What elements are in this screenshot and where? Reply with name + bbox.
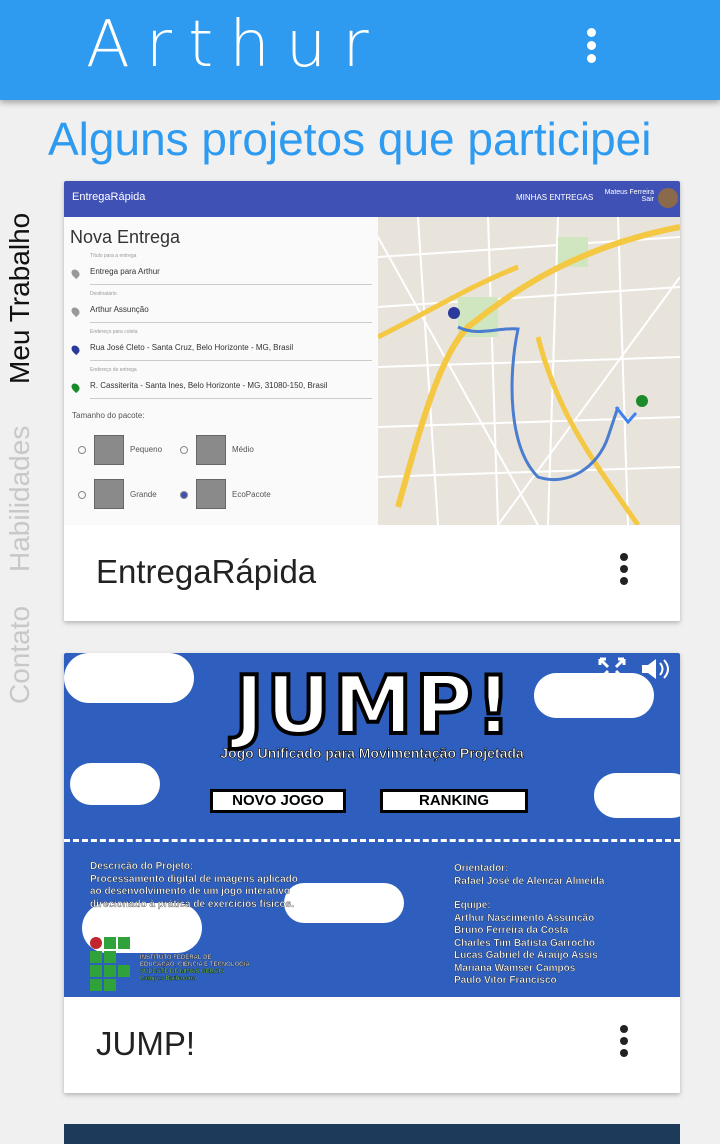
delivery-pin-icon — [69, 381, 82, 394]
box-large-icon — [94, 479, 124, 509]
card-footer: JUMP! — [64, 997, 680, 1093]
card-title: EntregaRápida — [96, 553, 317, 590]
radio-grande — [78, 491, 86, 499]
radio-medio — [180, 446, 188, 454]
box-small-icon — [94, 435, 124, 465]
side-tabs: Meu Trabalho Habilidades Contato — [0, 180, 36, 720]
novo-jogo-button: NOVO JOGO — [210, 789, 346, 813]
delivery-form: Nova Entrega Título para a entrega Entreg… — [64, 217, 378, 525]
package-pequeno: Pequeno — [130, 445, 163, 454]
project-description: Descrição do Projeto: Processamento digi… — [90, 861, 298, 910]
tab-meu-trabalho[interactable]: Meu Trabalho — [4, 213, 36, 384]
card-title: JUMP! — [96, 1025, 195, 1062]
screenshot-user: Mateus Ferreira Sair — [604, 189, 654, 203]
package-ecopacote: EcoPacote — [232, 490, 271, 499]
project-credits: Orientador: Rafael José de Alencar Almei… — [454, 863, 605, 986]
screenshot-brand: EntregaRápida — [72, 191, 146, 203]
avatar — [658, 188, 678, 208]
project-card-next[interactable] — [64, 1124, 680, 1144]
route-map — [378, 217, 680, 525]
more-vert-icon[interactable] — [576, 24, 606, 68]
package-grande: Grande — [130, 490, 157, 499]
project-card-jump[interactable]: JUMP! Jogo Unificado para Movimentação P… — [64, 653, 680, 1093]
fullscreen-icon — [598, 657, 669, 681]
institute-name: INSTITUTO FEDERAL DE EDUCAÇÃO, CIÊNCIA E… — [140, 955, 250, 982]
box-medium-icon — [196, 435, 226, 465]
more-vert-icon[interactable] — [616, 1021, 632, 1061]
game-logo: JUMP! — [232, 657, 514, 754]
field-recipient: Destinatário Arthur Assunção — [90, 291, 372, 323]
radio-ecopacote — [180, 491, 188, 499]
tab-habilidades[interactable]: Habilidades — [4, 426, 36, 572]
person-icon — [69, 305, 82, 318]
tag-icon — [69, 267, 82, 280]
more-vert-icon[interactable] — [616, 549, 632, 589]
form-title: Nova Entrega — [70, 227, 181, 247]
project-screenshot: EntregaRápida MINHAS ENTREGAS Mateus Fer… — [64, 181, 680, 525]
screenshot-nav: MINHAS ENTREGAS — [516, 193, 594, 202]
page-heading: Alguns projetos que participei — [48, 113, 652, 165]
app-bar: Arthur — [0, 0, 720, 100]
map-graphic — [378, 217, 680, 525]
ranking-button: RANKING — [380, 789, 528, 813]
card-footer: EntregaRápida — [64, 525, 680, 621]
tab-contato[interactable]: Contato — [4, 606, 36, 704]
field-title: Título para a entrega Entrega para Arthur — [90, 253, 372, 285]
screenshot-header: EntregaRápida MINHAS ENTREGAS Mateus Fer… — [64, 181, 680, 217]
project-card-entregarapida[interactable]: EntregaRápida MINHAS ENTREGAS Mateus Fer… — [64, 181, 680, 621]
radio-pequeno — [78, 446, 86, 454]
field-delivery: Endereço de entrega R. Cassiterita - Sant… — [90, 367, 372, 399]
game-subtitle: Jogo Unificado para Movimentação Projeta… — [220, 745, 524, 762]
box-eco-icon — [196, 479, 226, 509]
package-medio: Médio — [232, 445, 254, 454]
project-screenshot: JUMP! Jogo Unificado para Movimentação P… — [64, 653, 680, 997]
app-title: Arthur — [86, 8, 385, 82]
package-label: Tamanho do pacote: — [72, 411, 145, 420]
field-pickup: Endereço para coleta Rua José Cleto - San… — [90, 329, 372, 361]
pickup-pin-icon — [69, 343, 82, 356]
